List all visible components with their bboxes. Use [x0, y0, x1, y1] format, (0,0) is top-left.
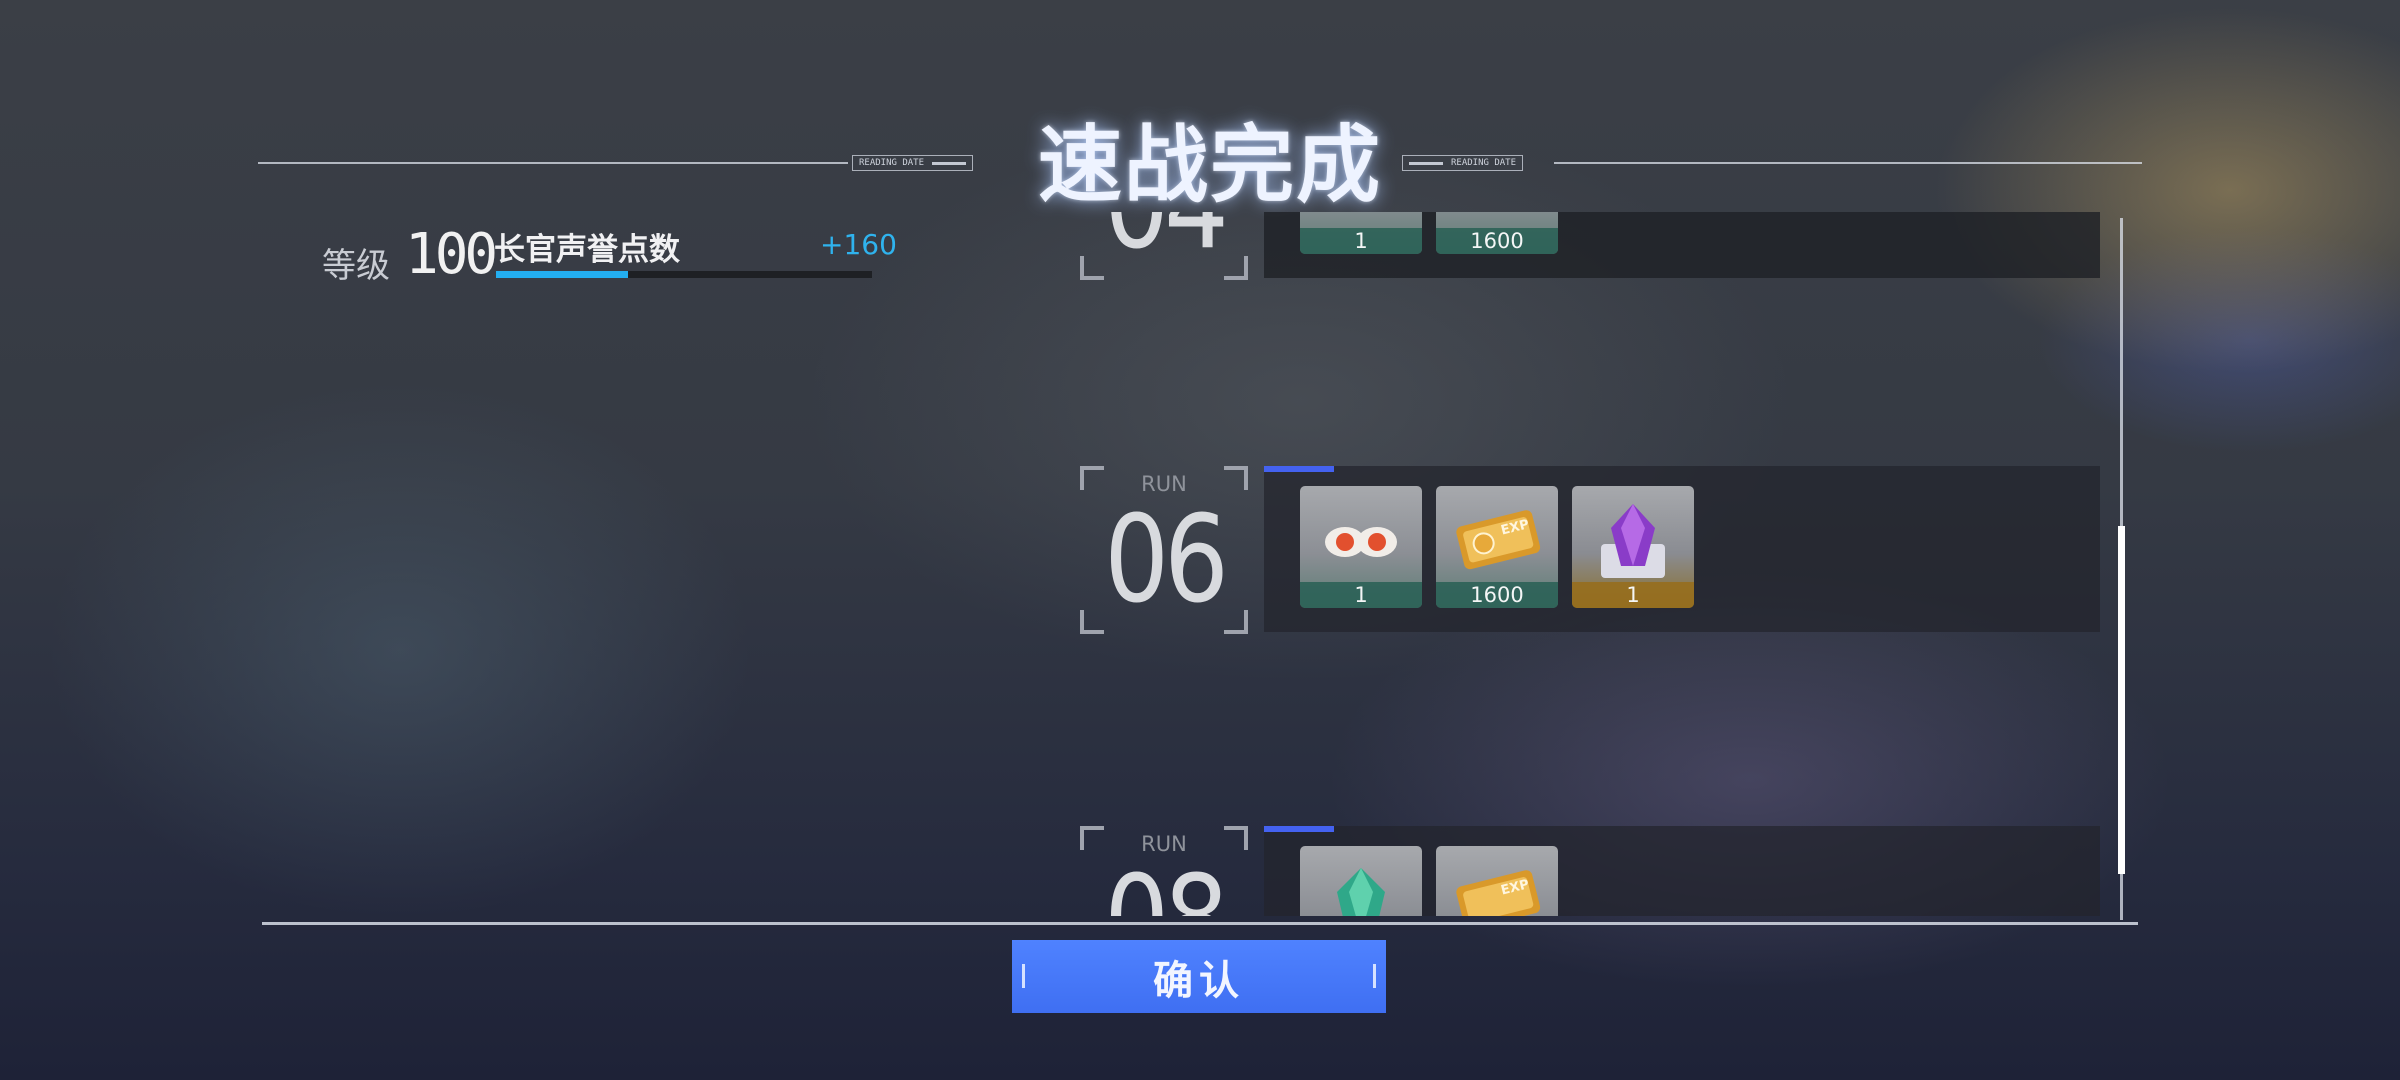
reward-item[interactable]: 1	[1300, 212, 1422, 254]
run-number-box: 04	[1080, 212, 1248, 280]
page-title: 速战完成	[1037, 116, 1382, 214]
reward-item[interactable]: 1	[1300, 486, 1422, 608]
reward-row: 1 1600	[1264, 212, 2100, 278]
header-tag-right-text: READING DATE	[1451, 158, 1517, 168]
fame-progress-bar	[496, 271, 872, 278]
run-entry: 04 1 1600	[1080, 212, 2110, 282]
exp-ticket-icon: EXP	[1456, 510, 1541, 570]
item-count: 1	[1572, 582, 1694, 608]
reward-item[interactable]: EXP 1600	[1436, 486, 1558, 608]
run-number: 08	[1093, 856, 1236, 917]
header-tag-left: READING DATE	[852, 155, 974, 171]
button-tick-right	[1373, 964, 1376, 988]
reward-row: 1 EXP 1600 1	[1264, 466, 2100, 632]
fame-label: 长官声誉点数	[494, 232, 680, 268]
item-count: 1	[1300, 582, 1422, 608]
reward-item[interactable]: 1	[1572, 486, 1694, 608]
scrollbar-thumb[interactable]	[2118, 526, 2125, 874]
level-label: 等级	[322, 246, 390, 286]
bottom-divider	[262, 922, 2138, 925]
level-value: 100	[405, 222, 498, 287]
confirm-button-label: 确认	[1153, 957, 1245, 1004]
reward-item[interactable]	[1300, 846, 1422, 916]
reward-row: EXP	[1264, 826, 2100, 916]
run-number-box: RUN 08	[1080, 826, 1248, 916]
item-count: 1600	[1436, 582, 1558, 608]
run-number: 04	[1093, 212, 1236, 272]
confirm-button[interactable]: 确认	[1012, 940, 1386, 1013]
green-crystal-icon	[1337, 868, 1385, 916]
run-entry: RUN 06 1 EXP 1600 1	[1080, 466, 2110, 636]
button-tick-left	[1022, 964, 1025, 988]
header-line-right	[1554, 162, 2142, 164]
red-gem-pair-icon	[1325, 527, 1397, 557]
tag-bar-decoration	[932, 161, 967, 165]
run-entry: RUN 08 EXP	[1080, 826, 2110, 916]
fame-progress-fill	[496, 271, 628, 278]
run-list[interactable]: 04 1 1600 RUN 06	[1080, 212, 2110, 916]
item-count: 1	[1300, 228, 1422, 254]
exp-ticket-icon: EXP	[1456, 870, 1541, 916]
header-tag-left-text: READING DATE	[859, 158, 925, 168]
header-tag-right: READING DATE	[1402, 155, 1524, 171]
header-line-left	[258, 162, 848, 164]
tag-bar-decoration	[1409, 161, 1443, 165]
reward-item[interactable]: EXP	[1436, 846, 1558, 916]
run-accent-bar	[1264, 466, 1334, 472]
item-count: 1600	[1436, 228, 1558, 254]
run-number-box: RUN 06	[1080, 466, 1248, 634]
purple-crystal-icon	[1601, 504, 1665, 578]
reward-item[interactable]: 1600	[1436, 212, 1558, 254]
run-number: 06	[1104, 491, 1229, 630]
run-accent-bar	[1264, 826, 1334, 832]
fame-gain: +160	[820, 228, 897, 261]
